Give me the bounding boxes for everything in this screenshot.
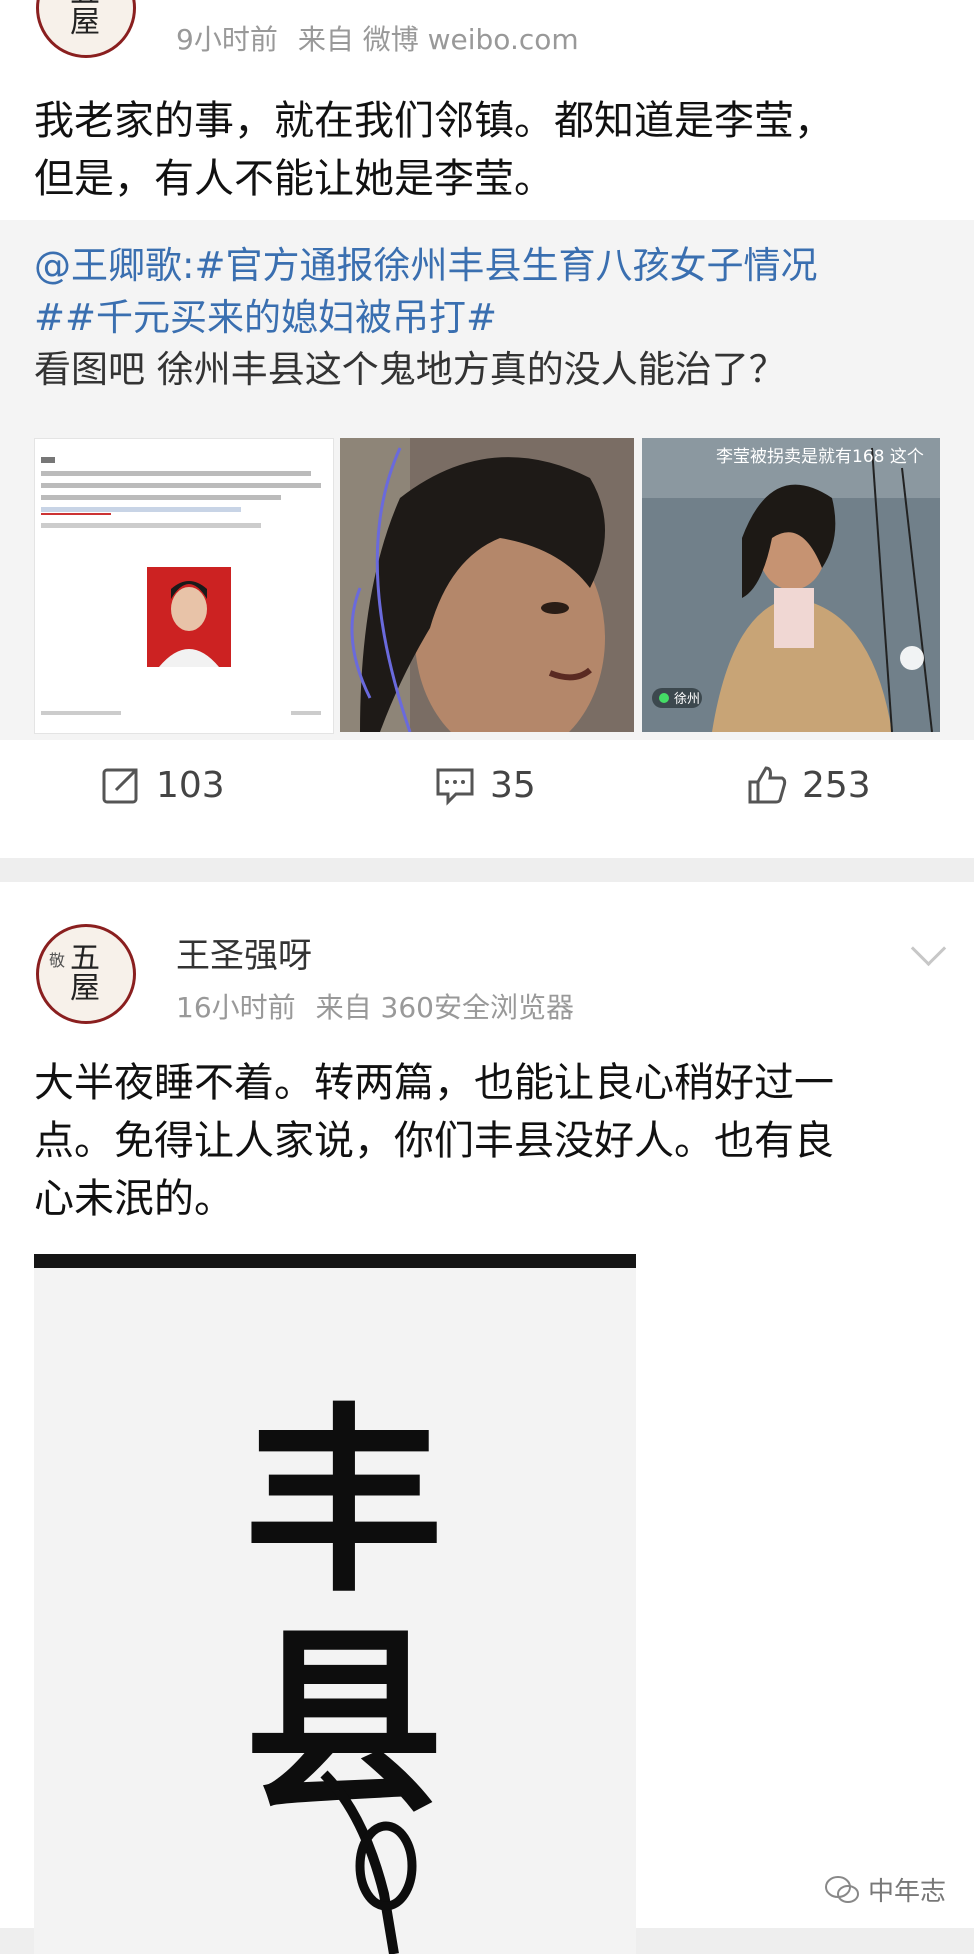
like-button[interactable]: 253 <box>746 764 871 806</box>
post-meta: 16小时前 来自 360安全浏览器 <box>176 986 594 1026</box>
avatar[interactable]: 敬 五屋 <box>36 924 136 1024</box>
comment-icon <box>436 768 474 806</box>
repost-button[interactable]: 103 <box>100 764 225 806</box>
thumbs-up-icon <box>748 766 787 804</box>
post-time: 9小时前 <box>176 23 278 56</box>
portrait-photo-image <box>340 438 634 732</box>
post-text: 大半夜睡不着。转两篇，也能让良心稍好过一 点。免得让人家说，你们丰县没好人。也有… <box>34 1060 834 1222</box>
avatar-seal: 五屋 <box>70 0 102 40</box>
image-thumbnail-2[interactable] <box>340 438 634 732</box>
repost-count: 103 <box>156 764 225 806</box>
repost-card[interactable]: @王卿歌:#官方通报徐州丰县生育八孩女子情况 ##千元买来的媳妇被吊打# 看图吧… <box>0 220 974 740</box>
avatar-side-mark: 敬 <box>49 951 66 970</box>
comment-button[interactable]: 35 <box>434 764 536 806</box>
chevron-down-icon[interactable] <box>910 930 947 967</box>
wechat-icon <box>824 1875 859 1903</box>
watermark-text: 中年志 <box>867 1877 946 1907</box>
topic-link[interactable]: :#官方通报徐州丰县生育八孩女子情况 <box>182 244 817 287</box>
post-source: 来自 360安全浏览器 <box>315 991 574 1024</box>
video-caption: 李莹被拐卖是就有168 这个 <box>716 447 924 467</box>
document-screenshot-image <box>35 439 333 733</box>
post-time: 16小时前 <box>176 991 296 1024</box>
post-meta: 9小时前 来自 微博 weibo.com <box>176 18 599 58</box>
username[interactable]: 王圣强呀 <box>176 928 312 977</box>
like-count: 253 <box>802 764 871 806</box>
post-text: 我老家的事，就在我们邻镇。都知道是李莹， 但是，有人不能让她是李莹。 <box>34 98 834 202</box>
topic-link[interactable]: ##千元买来的媳妇被吊打# <box>34 296 497 339</box>
watermark: 中年志 <box>824 1871 946 1908</box>
weibo-post-2: 敬 五屋 王圣强呀 16小时前 来自 360安全浏览器 大半夜睡不着。转两篇，也能… <box>0 882 974 1954</box>
image-thumbnail-1[interactable] <box>34 438 334 734</box>
post-action-bar: 103 35 253 <box>0 750 974 840</box>
comment-count: 35 <box>490 764 536 806</box>
video-location: 徐州 <box>674 692 701 707</box>
post-image[interactable]: 丰 县 <box>34 1254 636 1954</box>
mention-link[interactable]: @王卿歌 <box>34 244 182 287</box>
repost-icon <box>102 768 138 804</box>
rope-noose-graphic <box>320 1770 417 1954</box>
avatar[interactable]: 五屋 <box>36 0 136 58</box>
post-source: 来自 微博 weibo.com <box>297 23 579 56</box>
repost-text: @王卿歌:#官方通报徐州丰县生育八孩女子情况 ##千元买来的媳妇被吊打# 看图吧… <box>34 244 818 391</box>
avatar-seal: 五屋 <box>70 941 102 1006</box>
weibo-post-1: 五屋 9小时前来自 微博 weibo.com 我老家的事，就在我们邻镇。都知道是… <box>0 0 974 858</box>
image-thumbnail-3[interactable]: 李莹被拐卖是就有168 这个 徐州 <box>642 438 940 732</box>
